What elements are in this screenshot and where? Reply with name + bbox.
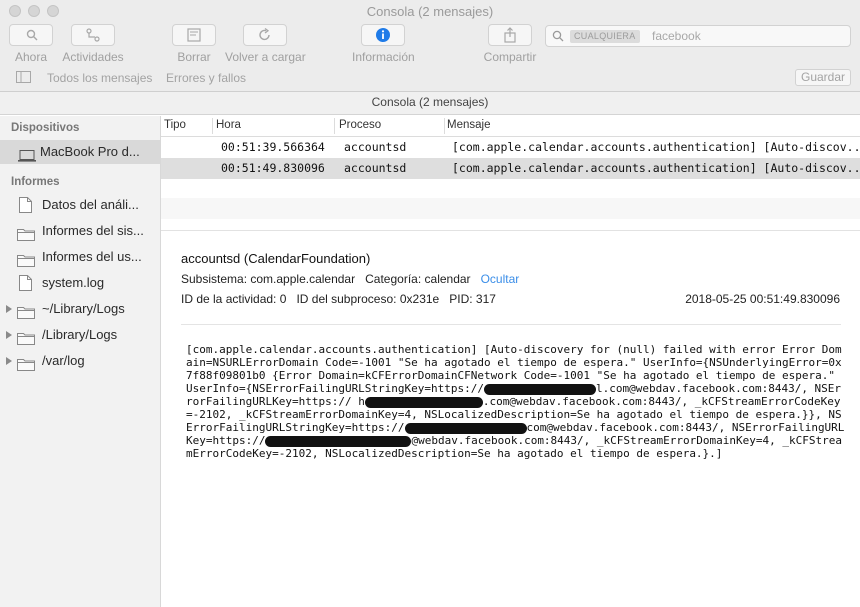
info-icon	[361, 24, 405, 46]
window-toolbar: Consola (2 mensajes) Ahora Actividades B…	[0, 0, 860, 92]
ahora-button[interactable]: Ahora	[8, 24, 54, 64]
sidebar-section-informes: Informes	[11, 176, 60, 188]
folder-icon	[17, 329, 35, 347]
sidebar-item-label: /Library/Logs	[42, 327, 118, 342]
sidebar-item-user-library-logs[interactable]: ~/Library/Logs	[0, 297, 160, 321]
disclosure-triangle-icon[interactable]	[6, 331, 12, 339]
folder-icon	[17, 251, 35, 269]
redaction-mark	[404, 422, 527, 434]
table-row-selected[interactable]: 00:51:49.830096 accountsd [com.apple.cal…	[161, 158, 860, 179]
redaction-mark	[484, 383, 597, 395]
cell-mensaje: [com.apple.calendar.accounts.authenticat…	[452, 140, 860, 154]
column-header-mensaje[interactable]: Mensaje	[447, 119, 490, 131]
sidebar-item-system-log[interactable]: system.log	[0, 271, 160, 295]
msg-part: h	[358, 395, 365, 408]
table-row[interactable]: 00:51:39.566364 accountsd [com.apple.cal…	[161, 137, 860, 158]
sidebar-item-label: MacBook Pro d...	[40, 144, 140, 159]
redaction-mark	[265, 435, 412, 447]
sidebar-item-informes-sistema[interactable]: Informes del sis...	[0, 219, 160, 243]
divider	[181, 324, 841, 325]
actividad-label: ID de la actividad:	[181, 292, 277, 306]
redaction-mark	[364, 396, 483, 408]
cell-hora: 00:51:39.566364	[221, 140, 325, 154]
categoria-label: Categoría:	[365, 272, 422, 286]
now-icon	[9, 24, 53, 46]
sidebar-item-datos-analisis[interactable]: Datos del análi...	[0, 193, 160, 217]
sidebar-item-label: Informes del us...	[42, 249, 142, 264]
sidebar-item-label: ~/Library/Logs	[42, 301, 125, 316]
sidebar-item-var-log[interactable]: /var/log	[0, 349, 160, 373]
compartir-button[interactable]: Compartir	[483, 24, 537, 64]
column-divider[interactable]	[334, 118, 335, 134]
filter-errores-y-fallos[interactable]: Errores y fallos	[166, 71, 246, 85]
actividades-label: Actividades	[62, 50, 124, 64]
document-icon	[19, 275, 32, 295]
folder-icon	[17, 303, 35, 321]
sidebar-item-device[interactable]: MacBook Pro d...	[0, 140, 160, 164]
cell-proceso: accountsd	[344, 140, 407, 154]
cell-proceso: accountsd	[344, 161, 407, 175]
share-icon	[488, 24, 532, 46]
search-icon	[552, 30, 564, 45]
pid-value: 317	[475, 292, 496, 306]
window-title: Consola (2 mensajes)	[366, 4, 494, 19]
filter-todos-los-mensajes[interactable]: Todos los mensajes	[47, 71, 152, 85]
search-query[interactable]: facebook	[652, 29, 701, 43]
tab-title: Consola (2 mensajes)	[0, 92, 860, 115]
sidebar-item-library-logs[interactable]: /Library/Logs	[0, 323, 160, 347]
informacion-button[interactable]: Información	[352, 24, 415, 64]
disclosure-triangle-icon[interactable]	[6, 305, 12, 313]
log-message-body: [com.apple.calendar.accounts.authenticat…	[186, 343, 846, 460]
volver-label: Volver a cargar	[225, 50, 306, 64]
guardar-button[interactable]: Guardar	[795, 69, 851, 86]
column-divider[interactable]	[212, 118, 213, 134]
actividad-value: 0	[279, 292, 287, 306]
column-header-tipo[interactable]: Tipo	[164, 119, 186, 131]
sidebar-item-label: Informes del sis...	[42, 223, 144, 238]
borrar-button[interactable]: Borrar	[172, 24, 216, 64]
actividades-button[interactable]: Actividades	[62, 24, 124, 64]
search-field[interactable]: CUALQUIERA facebook	[545, 25, 851, 47]
sidebar-item-informes-usuario[interactable]: Informes del us...	[0, 245, 160, 269]
sidebar: Dispositivos MacBook Pro d... Informes D…	[0, 116, 161, 607]
cell-hora: 00:51:49.830096	[221, 161, 325, 175]
informacion-label: Información	[352, 50, 415, 64]
volver-a-cargar-button[interactable]: Volver a cargar	[225, 24, 306, 64]
compartir-label: Compartir	[483, 50, 537, 64]
borrar-label: Borrar	[177, 50, 211, 64]
disclosure-triangle-icon[interactable]	[6, 357, 12, 365]
subproceso-label: ID del subproceso:	[296, 292, 397, 306]
subsistema-label: Subsistema:	[181, 272, 248, 286]
subproceso-value: 0x231e	[399, 292, 440, 306]
detail-subsystem-line: Subsistema: com.apple.calendar Categoría…	[181, 272, 519, 286]
laptop-icon	[18, 146, 36, 164]
activities-icon	[71, 24, 115, 46]
sidebar-item-label: Datos del análi...	[42, 197, 139, 212]
sidebar-item-label: system.log	[42, 275, 105, 290]
sidebar-toggle-icon[interactable]	[16, 71, 31, 86]
ocultar-link[interactable]: Ocultar	[481, 272, 520, 286]
table-row-empty	[161, 198, 860, 219]
sidebar-item-label: /var/log	[42, 353, 85, 368]
column-divider[interactable]	[444, 118, 445, 134]
sidebar-section-dispositivos: Dispositivos	[11, 122, 80, 134]
detail-timestamp: 2018-05-25 00:51:49.830096	[685, 292, 840, 306]
column-header-proceso[interactable]: Proceso	[339, 119, 381, 131]
subsistema-value: com.apple.calendar	[250, 272, 356, 286]
detail-title: accountsd (CalendarFoundation)	[181, 251, 371, 266]
search-scope-token[interactable]: CUALQUIERA	[570, 30, 640, 43]
column-header-hora[interactable]: Hora	[216, 119, 241, 131]
folder-icon	[17, 355, 35, 373]
pid-label: PID:	[449, 292, 473, 306]
detail-pane: accountsd (CalendarFoundation) Subsistem…	[161, 230, 860, 607]
cell-mensaje: [com.apple.calendar.accounts.authenticat…	[452, 161, 860, 175]
detail-ids-line: ID de la actividad: 0 ID del subproceso:…	[181, 292, 496, 306]
categoria-value: calendar	[424, 272, 471, 286]
ahora-label: Ahora	[14, 50, 48, 64]
table-header: Tipo Hora Proceso Mensaje	[161, 116, 860, 137]
document-icon	[19, 197, 32, 217]
folder-icon	[17, 225, 35, 243]
reload-icon	[243, 24, 287, 46]
clear-icon	[172, 24, 216, 46]
